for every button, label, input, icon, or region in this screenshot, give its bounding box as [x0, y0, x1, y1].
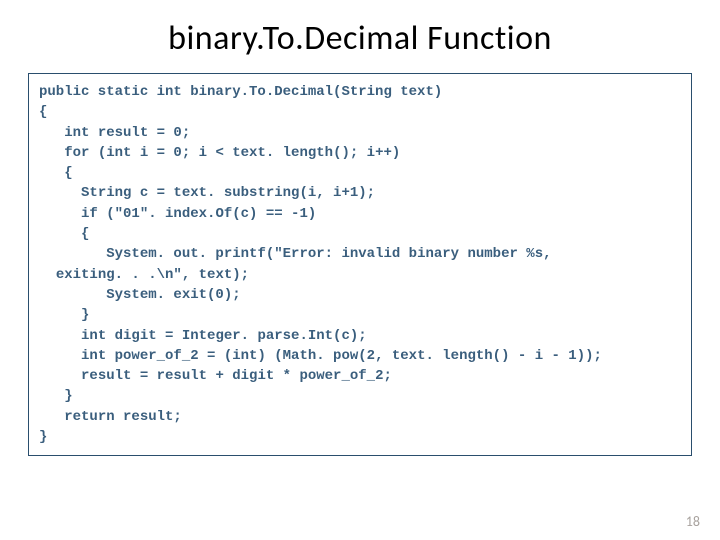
page-title: binary.To.Decimal Function	[0, 0, 720, 73]
code-block: public static int binary.To.Decimal(Stri…	[28, 73, 692, 456]
page-number: 18	[686, 513, 700, 530]
